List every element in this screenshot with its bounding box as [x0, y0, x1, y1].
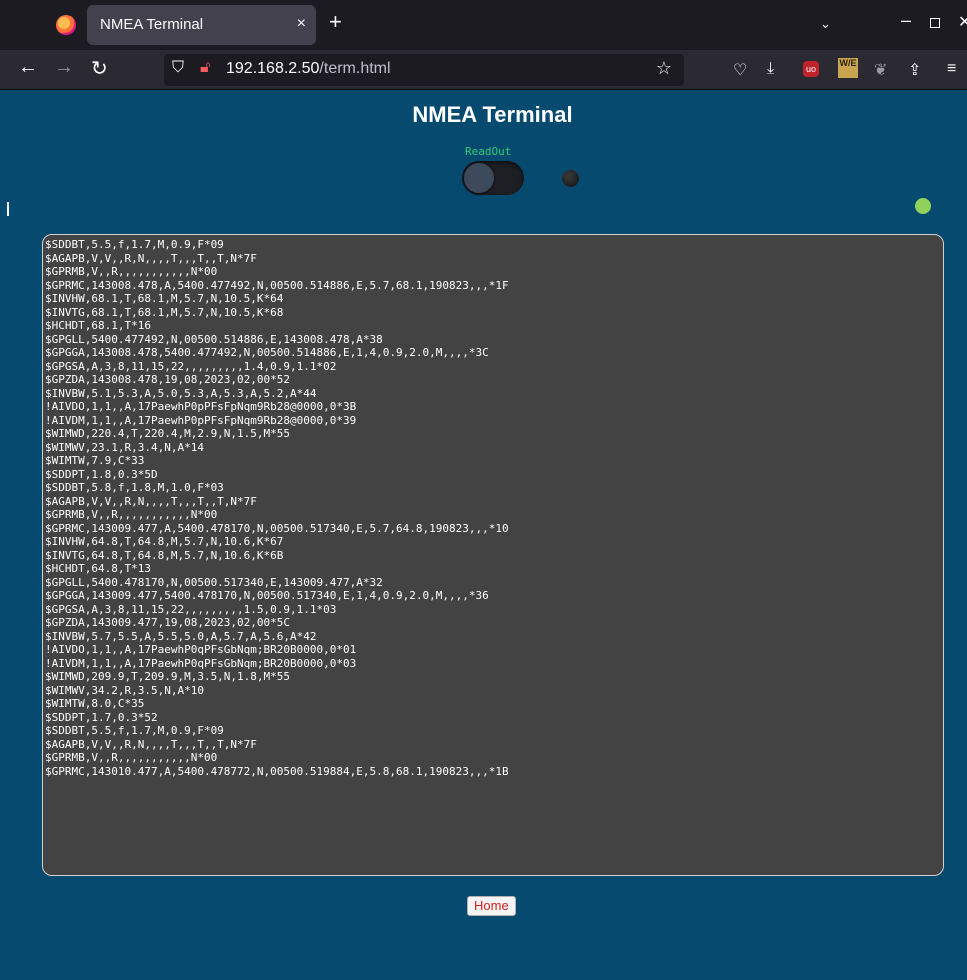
terminal-line: $INVHW,64.8,T,64.8,M,5.7,N,10.6,K*67	[45, 535, 284, 548]
terminal-line: !AIVDO,1,1,,A,17PaewhP0qPFsGbNqm;BR20B00…	[45, 643, 357, 656]
browser-tab[interactable]: NMEA Terminal ×	[87, 5, 316, 45]
terminal-line: $HCHDT,64.8,T*13	[45, 562, 151, 575]
firefox-logo-icon	[56, 15, 76, 35]
terminal-line: $SDDPT,1.8,0.3*5D	[45, 467, 158, 481]
reload-icon[interactable]: ↻	[91, 56, 108, 81]
terminal-line: $INVTG,68.1,T,68.1,M,5.7,N,10.5,K*68	[45, 305, 284, 319]
download-icon[interactable]: ⤓	[767, 60, 774, 78]
chevron-down-icon[interactable]: ⌄	[820, 16, 831, 32]
terminal-line: $INVHW,68.1,T,68.1,M,5.7,N,10.5,K*64	[45, 292, 284, 305]
terminal-line: $GPRMC,143009.477,A,5400.478170,N,00500.…	[45, 521, 509, 535]
terminal-line: $GPGSA,A,3,8,11,15,22,,,,,,,,,1.5,0.9,1.…	[45, 602, 337, 616]
connection-status-indicator	[915, 198, 931, 214]
terminal-line: $GPZDA,143009.477,19,08,2023,02,00*5C	[45, 616, 291, 629]
toggle-knob[interactable]	[464, 163, 494, 193]
terminal-line: $GPRMC,143008.478,A,5400.477492,N,00500.…	[45, 278, 509, 292]
terminal-line: $AGAPB,V,V,,R,N,,,,T,,,T,,T,N*7F	[45, 737, 257, 751]
terminal-line: $AGAPB,V,V,,R,N,,,,T,,,T,,T,N*7F	[45, 251, 257, 265]
terminal-line: $SDDBT,5.5,f,1.7,M,0.9,F*09	[45, 724, 224, 737]
terminal-line: $GPZDA,143008.478,19,08,2023,02,00*52	[45, 373, 291, 386]
readout-toggle[interactable]	[462, 161, 524, 195]
maximize-icon[interactable]	[930, 18, 940, 28]
terminal-line: $GPRMB,V,,R,,,,,,,,,,,N*00	[45, 751, 218, 764]
lock-warning-icon[interactable]: 🔓︎	[200, 59, 210, 77]
terminal-line: $WIMWD,220.4,T,220.4,M,2.9,N,1.5,M*55	[45, 427, 291, 440]
terminal-line: $AGAPB,V,V,,R,N,,,,T,,,T,,T,N*7F	[45, 494, 257, 508]
terminal-line: $GPGSA,A,3,8,11,15,22,,,,,,,,,1.4,0.9,1.…	[45, 359, 337, 373]
text-cursor-mark	[7, 202, 9, 216]
terminal-line: $GPRMC,143010.477,A,5400.478772,N,00500.…	[45, 764, 509, 778]
terminal-line: !AIVDM,1,1,,A,17PaewhP0qPFsGbNqm;BR20B00…	[45, 656, 357, 670]
nmea-terminal-output[interactable]: $SDDBT,5.5,f,1.7,M,0.9,F*09 $AGAPB,V,V,,…	[42, 234, 944, 876]
terminal-line: $WIMWD,209.9,T,209.9,M,3.5,N,1.8,M*55	[45, 670, 291, 683]
extension-we-icon[interactable]: W/E	[838, 58, 858, 78]
terminal-line: !AIVDM,1,1,,A,17PaewhP0pPFsFpNqm9Rb28@00…	[45, 413, 357, 427]
extension-grey-icon[interactable]: ❦	[874, 60, 887, 80]
terminal-line: $WIMTW,8.0,C*35	[45, 697, 145, 710]
shield-icon[interactable]: ⛉	[172, 59, 184, 77]
terminal-line: $SDDBT,5.8,f,1.8,M,1.0,F*03	[45, 481, 224, 494]
tab-close-icon[interactable]: ×	[297, 15, 306, 33]
pocket-icon[interactable]: ♡	[733, 60, 747, 80]
page-title: NMEA Terminal	[412, 102, 573, 127]
terminal-line: $SDDPT,1.7,0.3*52	[45, 710, 158, 724]
terminal-line: $INVBW,5.7,5.5,A,5.5,5.0,A,5.7,A,5.6,A*4…	[45, 629, 317, 643]
terminal-line: $GPGLL,5400.478170,N,00500.517340,E,1430…	[45, 575, 383, 589]
new-tab-button[interactable]: +	[329, 11, 342, 33]
bookmark-star-icon[interactable]: ☆	[656, 58, 672, 79]
url-path: /term.html	[319, 60, 391, 77]
terminal-line: $WIMTW,7.9,C*33	[45, 454, 145, 467]
home-button[interactable]: Home	[467, 896, 516, 916]
window-close-icon[interactable]: ✕	[958, 12, 967, 32]
terminal-line: $INVTG,64.8,T,64.8,M,5.7,N,10.6,K*6B	[45, 548, 284, 562]
url-text[interactable]: 192.168.2.50/term.html	[226, 60, 391, 78]
browser-tab-bar: NMEA Terminal × + ⌄ – ✕	[0, 0, 967, 50]
browser-nav-bar: ← → ↻ ⛉ 🔓︎ 192.168.2.50/term.html ☆ ♡ ⤓ …	[0, 50, 967, 90]
terminal-line: $SDDBT,5.5,f,1.7,M,0.9,F*09	[45, 238, 224, 251]
forward-arrow-icon[interactable]: →	[54, 56, 74, 79]
terminal-line: $WIMWV,23.1,R,3.4,N,A*14	[45, 440, 204, 454]
url-host: 192.168.2.50	[226, 60, 320, 77]
status-indicator-dark	[562, 170, 579, 187]
terminal-line: $GPRMB,V,,R,,,,,,,,,,,N*00	[45, 508, 218, 521]
tab-title: NMEA Terminal	[100, 16, 204, 33]
terminal-line: $GPRMB,V,,R,,,,,,,,,,,N*00	[45, 265, 218, 278]
terminal-line: $GPGGA,143008.478,5400.477492,N,00500.51…	[45, 346, 489, 359]
terminal-line: !AIVDO,1,1,,A,17PaewhP0pPFsFpNqm9Rb28@00…	[45, 400, 357, 413]
url-bar[interactable]: ⛉ 🔓︎ 192.168.2.50/term.html ☆	[164, 54, 684, 86]
share-icon[interactable]: ⇪	[908, 60, 921, 80]
terminal-text: $SDDBT,5.5,f,1.7,M,0.9,F*09 $AGAPB,V,V,,…	[43, 235, 943, 778]
terminal-line: $HCHDT,68.1,T*16	[45, 319, 151, 332]
readout-label: ReadOut	[465, 145, 512, 158]
back-arrow-icon[interactable]: ←	[18, 56, 38, 79]
minimize-icon[interactable]: –	[901, 10, 911, 31]
terminal-line: $GPGGA,143009.477,5400.478170,N,00500.51…	[45, 589, 489, 602]
ublock-icon[interactable]: uo	[803, 61, 819, 77]
terminal-line: $GPGLL,5400.477492,N,00500.514886,E,1430…	[45, 332, 383, 346]
terminal-line: $WIMWV,34.2,R,3.5,N,A*10	[45, 683, 204, 697]
menu-icon[interactable]: ≡	[947, 60, 956, 78]
terminal-line: $INVBW,5.1,5.3,A,5.0,5.3,A,5.3,A,5.2,A*4…	[45, 386, 317, 400]
